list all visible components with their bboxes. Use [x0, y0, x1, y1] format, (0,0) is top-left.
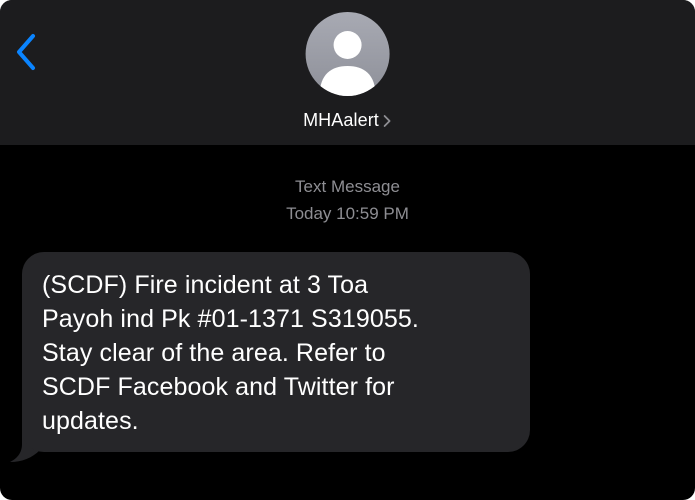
conversation-header: MHAalert [0, 0, 695, 145]
chevron-left-icon [17, 34, 35, 70]
messages-screen: MHAalert Text Message Today 10:59 PM (SC… [0, 0, 695, 500]
avatar [305, 12, 390, 96]
message-line: (SCDF) Fire incident at 3 Toa [42, 271, 369, 299]
back-button[interactable] [6, 28, 46, 76]
message-line: Stay clear of the area. Refer to [42, 339, 386, 367]
message-timestamp: Today 10:59 PM [286, 204, 409, 223]
contact-name-row: MHAalert [303, 110, 392, 131]
message-type-label: Text Message [295, 177, 400, 196]
message-bubble[interactable]: (SCDF) Fire incident at 3 Toa Payoh ind … [22, 252, 530, 452]
message-line: Payoh ind Pk #01-1371 S319055. [42, 305, 419, 333]
contact-header[interactable]: MHAalert [303, 12, 392, 131]
person-silhouette-icon [319, 31, 376, 96]
message-line: updates. [42, 407, 139, 435]
contact-name: MHAalert [303, 110, 379, 130]
chevron-right-icon [384, 114, 391, 127]
message-line: SCDF Facebook and Twitter for [42, 373, 395, 401]
